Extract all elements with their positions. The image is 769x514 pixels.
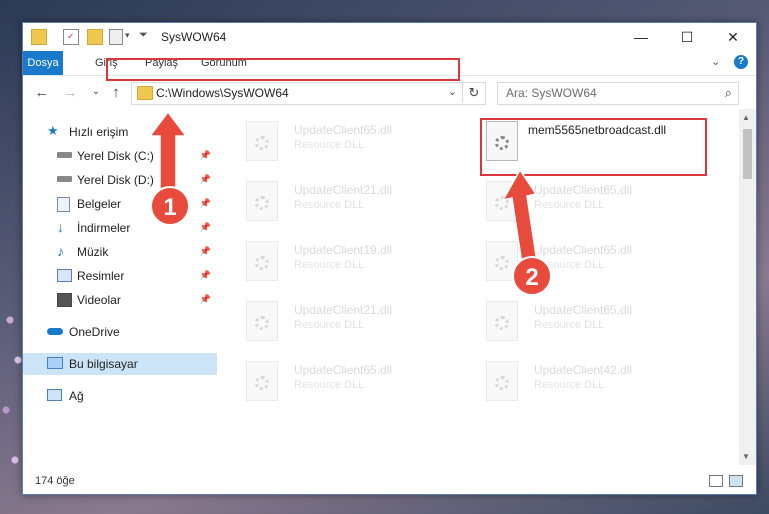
step-1-badge: 1 xyxy=(150,186,190,226)
arrow-to-address-bar xyxy=(148,110,188,193)
step-2-badge: 2 xyxy=(512,256,552,296)
arrow-to-file xyxy=(501,168,538,265)
annotation-arrows xyxy=(148,110,538,265)
